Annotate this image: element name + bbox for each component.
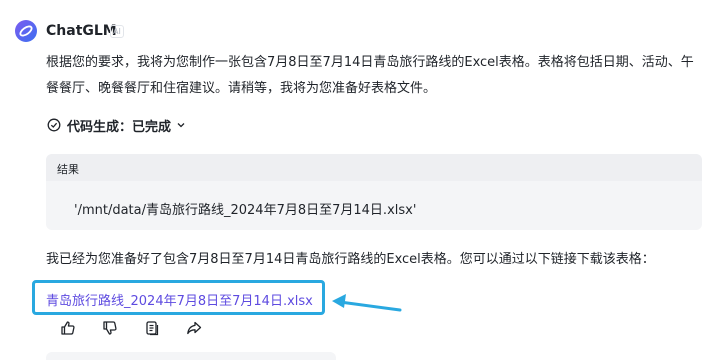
check-circle-icon xyxy=(47,118,61,132)
thumbs-up-icon[interactable] xyxy=(55,318,81,338)
result-value: '/mnt/data/青岛旅行路线_2024年7月8日至7月14日.xlsx' xyxy=(74,203,417,218)
thumbs-down-icon[interactable] xyxy=(97,318,123,338)
result-box: 结果 '/mnt/data/青岛旅行路线_2024年7月8日至7月14日.xls… xyxy=(46,154,702,230)
copy-icon[interactable] xyxy=(139,318,165,338)
brand-name: ChatGLM xyxy=(46,23,117,39)
annotation-arrow xyxy=(330,286,402,320)
ai-badge: AI xyxy=(110,25,124,38)
message-actions xyxy=(55,318,207,338)
share-icon[interactable] xyxy=(181,318,207,338)
download-link[interactable]: 青岛旅行路线_2024年7月8日至7月14日.xlsx xyxy=(46,290,313,309)
followup-paragraph: 我已经为您准备好了包含7月8日至7月14日青岛旅行路线的Excel表格。您可以通… xyxy=(46,252,655,267)
intro-paragraph: 根据您的要求，我将为您制作一张包含7月8日至7月14日青岛旅行路线的Excel表… xyxy=(46,55,694,96)
chevron-down-icon xyxy=(177,123,185,128)
result-label: 结果 xyxy=(57,163,79,176)
code-status-label: 代码生成：已完成 xyxy=(67,119,172,135)
chatglm-logo-icon xyxy=(14,19,38,43)
next-block-edge xyxy=(46,352,336,360)
result-header: 结果 xyxy=(46,154,702,181)
code-status-toggle[interactable]: 代码生成：已完成 xyxy=(47,114,192,136)
